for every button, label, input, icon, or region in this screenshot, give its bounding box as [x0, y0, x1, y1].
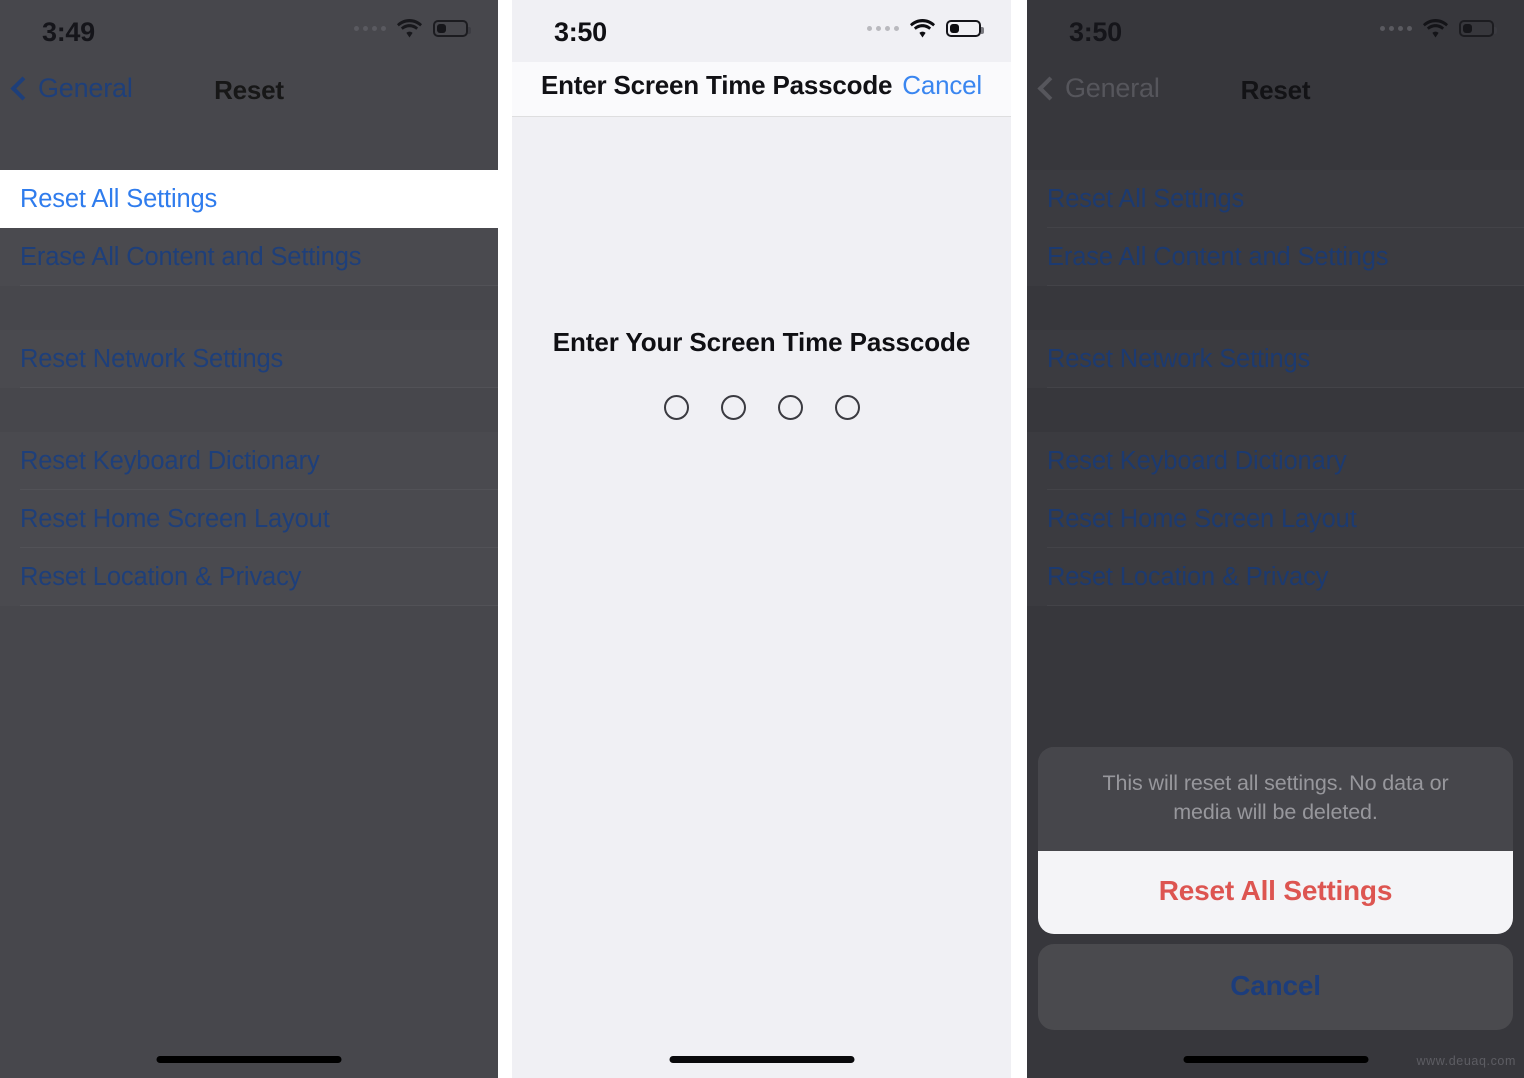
row-label: Reset Home Screen Layout: [20, 504, 330, 533]
panel-reset-action-sheet: 3:50 General Reset Reset All Settings Er…: [1027, 0, 1524, 1078]
row-reset-network-settings[interactable]: Reset Network Settings: [0, 330, 498, 388]
passcode-dot: [777, 395, 803, 420]
row-reset-all-settings[interactable]: Reset All Settings: [1027, 170, 1524, 228]
row-label: Reset All Settings: [20, 184, 218, 213]
list-group: Reset Keyboard Dictionary Reset Home Scr…: [0, 432, 498, 606]
page-title: Reset: [1240, 75, 1311, 105]
site-watermark: www.deuaq.com: [1416, 1054, 1516, 1068]
panel-screen-time-passcode: 3:50 Enter Screen Time Passcode Cancel En…: [512, 0, 1011, 1078]
passcode-dots[interactable]: [512, 395, 1011, 420]
action-sheet: This will reset all settings. No data or…: [1038, 747, 1513, 1030]
passcode-dot: [663, 395, 689, 420]
status-bar-right: 3:50: [1027, 0, 1524, 62]
row-label: Reset Location & Privacy: [20, 562, 302, 591]
home-indicator[interactable]: [1183, 1056, 1368, 1063]
list-group: Reset All Settings Erase All Content and…: [0, 170, 498, 286]
home-indicator[interactable]: [669, 1056, 854, 1063]
row-erase-all-content[interactable]: Erase All Content and Settings: [1027, 228, 1524, 286]
row-label: Reset Keyboard Dictionary: [1047, 446, 1347, 475]
row-separator: [1047, 605, 1524, 606]
row-separator: [1047, 387, 1524, 388]
row-label: Reset Keyboard Dictionary: [20, 446, 320, 475]
action-sheet-reset-all-settings-button[interactable]: Reset All Settings: [1038, 851, 1513, 934]
row-label: Reset All Settings: [1047, 184, 1245, 213]
list-group-gap: [1027, 286, 1524, 330]
action-sheet-message: This will reset all settings. No data or…: [1038, 747, 1513, 851]
action-sheet-cancel-group: Cancel: [1038, 944, 1513, 1030]
row-reset-network-settings[interactable]: Reset Network Settings: [1027, 330, 1524, 388]
row-label: Reset Location & Privacy: [1047, 562, 1329, 591]
row-reset-home-screen-layout[interactable]: Reset Home Screen Layout: [1027, 490, 1524, 548]
list-group: Reset Network Settings: [0, 330, 498, 388]
status-indicators: [354, 19, 471, 38]
passcode-body: Enter Your Screen Time Passcode: [512, 117, 1011, 1021]
battery-low-icon: [946, 20, 984, 37]
settings-list-left: Reset All Settings Erase All Content and…: [0, 124, 498, 606]
status-indicators: [1380, 19, 1497, 38]
settings-list-right: Reset All Settings Erase All Content and…: [1027, 124, 1524, 606]
row-reset-location-privacy[interactable]: Reset Location & Privacy: [0, 548, 498, 606]
page-title: Reset: [214, 75, 284, 105]
row-reset-keyboard-dictionary[interactable]: Reset Keyboard Dictionary: [0, 432, 498, 490]
cellular-dots-icon: [867, 26, 899, 31]
passcode-dot: [834, 395, 860, 420]
navbar-left: General Reset: [0, 62, 498, 124]
status-bar-left: 3:49: [0, 0, 498, 62]
row-label: Reset Network Settings: [20, 344, 284, 373]
passcode-prompt: Enter Your Screen Time Passcode: [552, 327, 971, 357]
row-reset-all-settings[interactable]: Reset All Settings: [0, 170, 498, 228]
row-label: Erase All Content and Settings: [1047, 242, 1389, 271]
status-time: 3:50: [1069, 17, 1122, 47]
row-label: Reset Network Settings: [1047, 344, 1311, 373]
navbar-right: General Reset: [1027, 62, 1524, 124]
row-erase-all-content[interactable]: Erase All Content and Settings: [0, 228, 498, 286]
status-time: 3:49: [42, 17, 95, 47]
panel-reset-list-pressed: 3:49 General Reset Reset All Settings Er…: [0, 0, 498, 1078]
action-sheet-cancel-button[interactable]: Cancel: [1038, 944, 1513, 1030]
row-label: Erase All Content and Settings: [20, 242, 362, 271]
row-label: Reset Home Screen Layout: [1047, 504, 1357, 533]
list-group: Reset Keyboard Dictionary Reset Home Scr…: [1027, 432, 1524, 606]
wifi-icon: [397, 19, 422, 38]
list-group-gap: [0, 388, 498, 432]
list-top-inset: [0, 124, 498, 170]
battery-low-icon: [1459, 20, 1497, 37]
action-sheet-main-group: This will reset all settings. No data or…: [1038, 747, 1513, 934]
cellular-dots-icon: [354, 26, 386, 31]
passcode-dot: [720, 395, 746, 420]
row-separator: [1047, 285, 1524, 286]
cancel-button[interactable]: Cancel: [902, 70, 982, 100]
screenshot-stage: 3:49 General Reset Reset All Settings Er…: [0, 0, 1524, 1078]
list-group-gap: [0, 286, 498, 330]
status-indicators: [867, 19, 984, 38]
passcode-header-inner: Enter Screen Time Passcode Cancel: [512, 70, 1011, 101]
list-group: Reset All Settings Erase All Content and…: [1027, 170, 1524, 286]
status-bar-middle: 3:50: [512, 0, 1011, 62]
row-reset-home-screen-layout[interactable]: Reset Home Screen Layout: [0, 490, 498, 548]
row-reset-location-privacy[interactable]: Reset Location & Privacy: [1027, 548, 1524, 606]
row-separator: [20, 387, 498, 388]
wifi-icon: [910, 19, 935, 38]
cellular-dots-icon: [1380, 26, 1412, 31]
row-separator: [20, 605, 498, 606]
passcode-header: Enter Screen Time Passcode Cancel: [512, 62, 1011, 116]
home-indicator[interactable]: [156, 1056, 342, 1063]
row-separator: [20, 285, 498, 286]
battery-low-icon: [433, 20, 471, 37]
status-time: 3:50: [554, 17, 607, 47]
list-top-inset: [1027, 124, 1524, 170]
wifi-icon: [1423, 19, 1448, 38]
list-group-gap: [1027, 388, 1524, 432]
row-reset-keyboard-dictionary[interactable]: Reset Keyboard Dictionary: [1027, 432, 1524, 490]
list-group: Reset Network Settings: [1027, 330, 1524, 388]
passcode-header-title: Enter Screen Time Passcode: [540, 70, 893, 100]
